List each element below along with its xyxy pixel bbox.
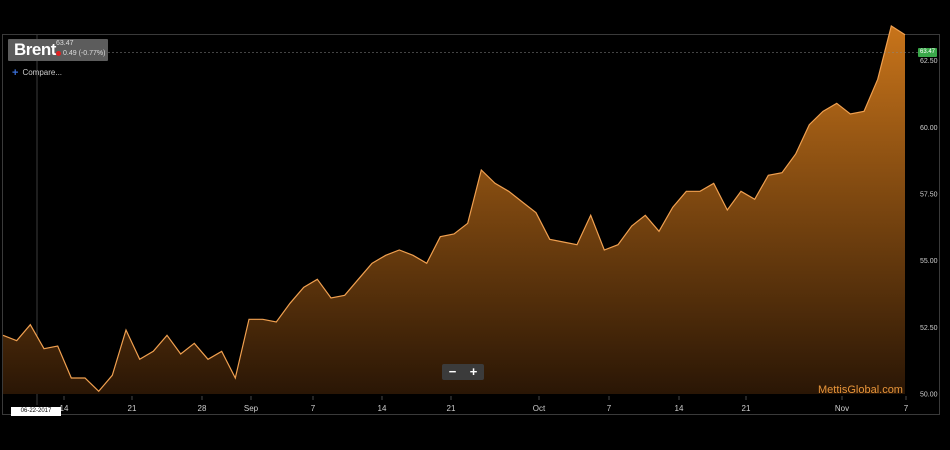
ticker-change-value: 0.49 (-0.77%)	[63, 50, 106, 57]
area-fill	[3, 26, 905, 394]
compare-button[interactable]: + Compare...	[12, 66, 63, 79]
x-tick-label: Nov	[835, 404, 849, 413]
zoom-out-button[interactable]: −	[442, 364, 463, 380]
ticker-price: 63.47	[56, 40, 74, 47]
area-chart[interactable]: 50.00 52.50 55.00 57.50 60.00 62.50 14 21 28 Sep 7…	[0, 0, 950, 450]
down-indicator-icon	[56, 51, 61, 56]
y-tick-label: 55.00	[920, 258, 938, 265]
x-tick-label: 21	[447, 404, 456, 413]
x-tick-label: 21	[128, 404, 137, 413]
x-tick-label: 14	[675, 404, 684, 413]
x-tick-label: 14	[378, 404, 387, 413]
x-tick-label: Oct	[533, 404, 546, 413]
crosshair-date-label: 06-22-2017	[11, 407, 61, 416]
plus-icon: +	[12, 66, 19, 79]
last-price-marker: 63.47	[918, 48, 937, 57]
y-tick-label: 60.00	[920, 125, 938, 132]
ticker-name: Brent	[14, 40, 56, 59]
zoom-in-button[interactable]: +	[463, 364, 484, 380]
x-tick-label: 21	[742, 404, 751, 413]
chart-container: 50.00 52.50 55.00 57.50 60.00 62.50 14 21 28 Sep 7…	[0, 0, 950, 450]
x-tick-label: 28	[198, 404, 207, 413]
x-tick-label: 7	[311, 404, 316, 413]
y-tick-label: 50.00	[920, 392, 938, 399]
zoom-controls: − +	[442, 364, 484, 380]
watermark: MettisGlobal.com	[818, 384, 903, 396]
ticker-change: 0.49 (-0.77%)	[56, 50, 105, 57]
x-tick-label: 7	[904, 404, 909, 413]
x-tick-label: Sep	[244, 404, 259, 413]
y-tick-label: 57.50	[920, 192, 938, 199]
y-tick-label: 62.50	[920, 58, 938, 65]
y-tick-label: 52.50	[920, 325, 938, 332]
x-tick-label: 7	[607, 404, 612, 413]
ticker-box: Brent 63.47 0.49 (-0.77%)	[8, 39, 108, 61]
compare-label: Compare...	[22, 68, 63, 77]
